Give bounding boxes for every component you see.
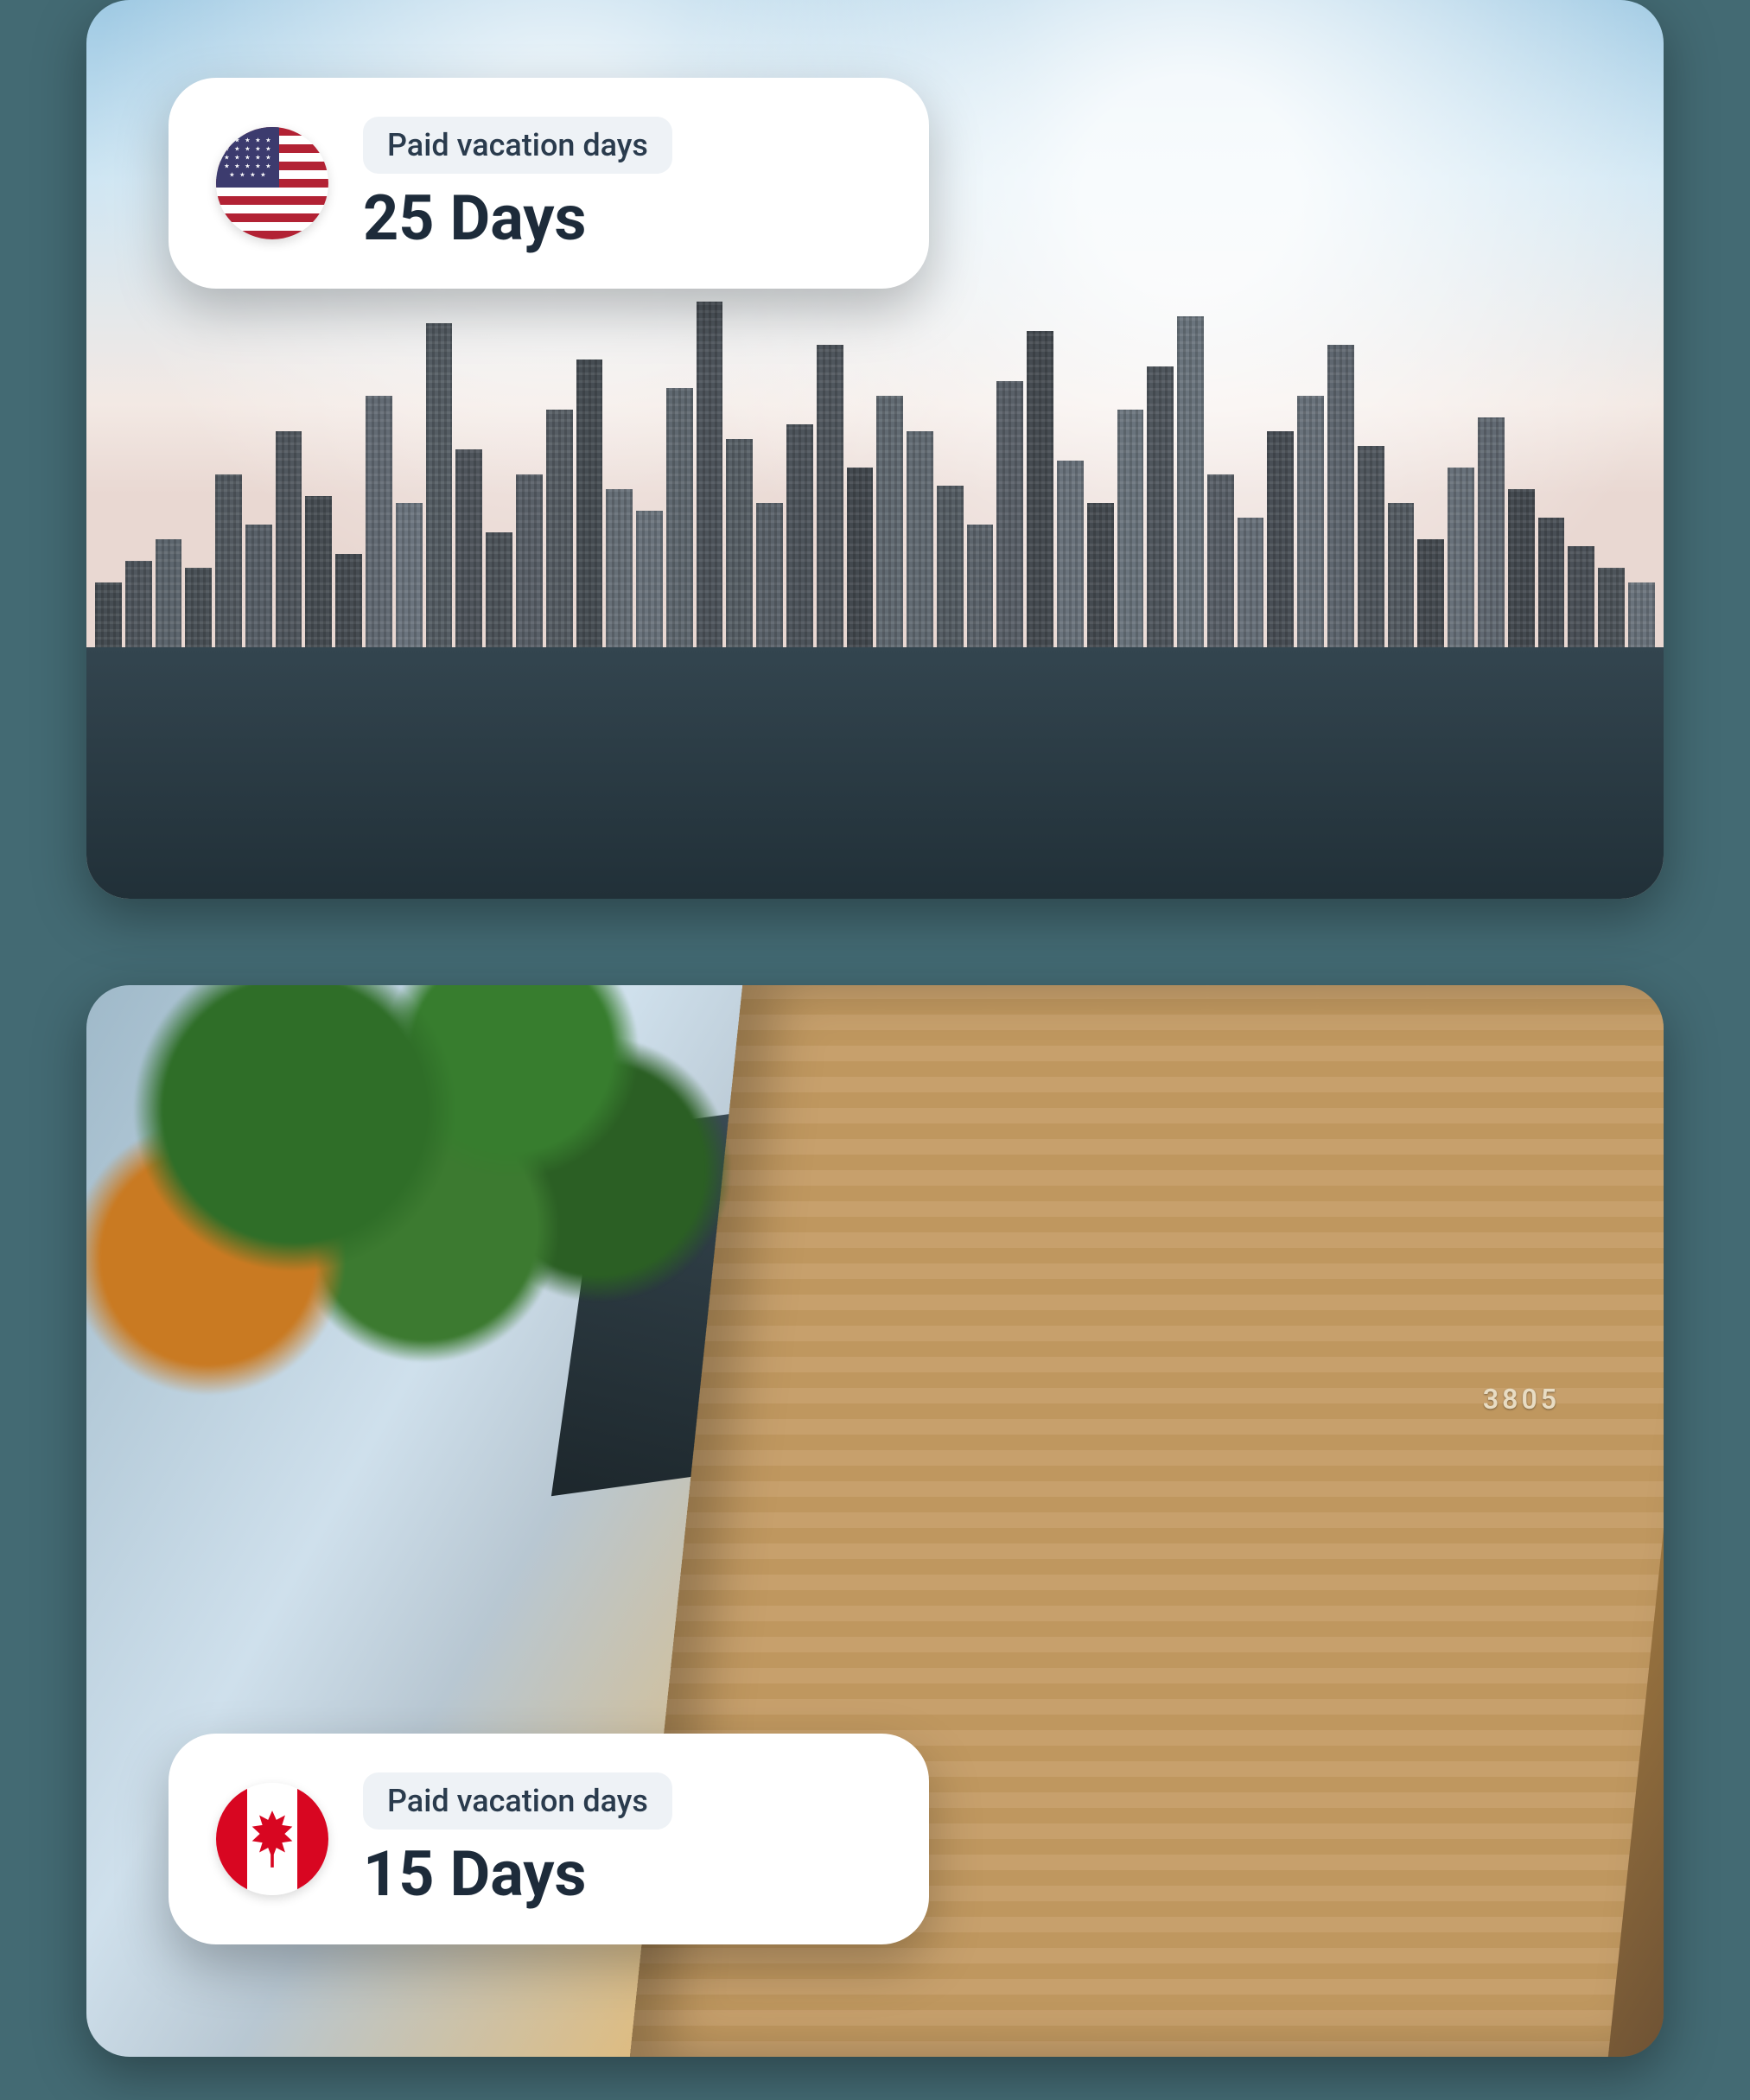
vacation-card-us: Paid vacation days 25 Days [86,0,1664,899]
house-number: 3805 [1483,1383,1560,1416]
pill-value: 15 Days [363,1843,672,1906]
flag-ca-icon [216,1783,328,1895]
info-pill-us: Paid vacation days 25 Days [169,78,929,289]
pill-label: Paid vacation days [363,1772,672,1830]
pill-value: 25 Days [363,188,672,250]
pill-label: Paid vacation days [363,117,672,174]
info-pill-ca: Paid vacation days 15 Days [169,1734,929,1944]
flag-us-icon [216,127,328,239]
vacation-card-ca: 3805 Paid vacation days 15 Days [86,985,1664,2057]
